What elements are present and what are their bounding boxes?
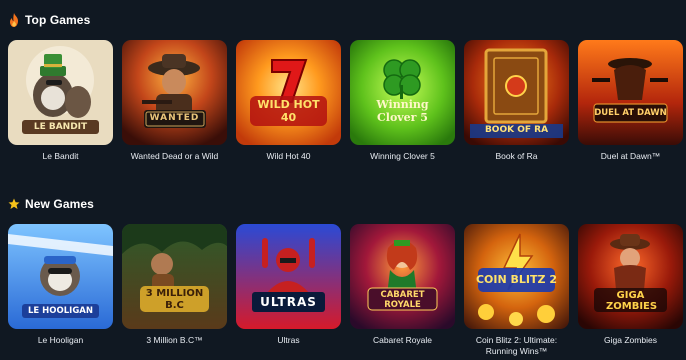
game-title[interactable]: Wanted Dead or a Wild [122, 151, 227, 162]
game-title[interactable]: Le Hooligan [8, 335, 113, 346]
game-logo: ULTRAS [260, 295, 317, 309]
game-logo: GIGA ZOMBIES [606, 290, 658, 312]
game-tile-le-hooligan[interactable]: LE HOOLIGAN Le Hooligan [8, 224, 113, 346]
top-games-header: Top Games [8, 12, 90, 28]
game-thumbnail[interactable]: WANTED [122, 40, 227, 145]
game-thumbnail[interactable]: Winning Clover 5 [350, 40, 455, 145]
game-title[interactable]: Cabaret Royale [350, 335, 455, 346]
game-tile-giga-zombies[interactable]: GIGA ZOMBIES Giga Zombies [578, 224, 683, 346]
game-thumbnail[interactable]: LE BANDIT [8, 40, 113, 145]
game-title[interactable]: Ultras [236, 335, 341, 346]
game-logo: LE BANDIT [33, 122, 88, 132]
game-title[interactable]: Book of Ra [464, 151, 569, 162]
section-title: Top Games [25, 13, 91, 27]
game-tile-coin-blitz-2[interactable]: COIN BLITZ 2 Coin Blitz 2: Ultimate: Run… [464, 224, 569, 357]
game-thumbnail[interactable]: DUEL AT DAWN [578, 40, 683, 145]
star-icon [8, 198, 20, 209]
game-thumbnail[interactable]: LE HOOLIGAN [8, 224, 113, 329]
game-thumbnail[interactable]: BOOK OF RA [464, 40, 569, 145]
game-thumbnail[interactable]: WILD HOT 40 [236, 40, 341, 145]
game-title[interactable]: 3 Million B.C™ [122, 335, 227, 346]
game-thumbnail[interactable]: GIGA ZOMBIES [578, 224, 683, 329]
game-tile-3-million-bc[interactable]: 3 MILLION B.C 3 Million B.C™ [122, 224, 227, 346]
game-title[interactable]: Wild Hot 40 [236, 151, 341, 162]
game-logo: LE HOOLIGAN [28, 306, 93, 316]
game-logo: Winning Clover 5 [376, 98, 429, 124]
game-logo: COIN BLITZ 2 [475, 273, 557, 286]
game-thumbnail[interactable]: 3 MILLION B.C [122, 224, 227, 329]
new-games-header: New Games [8, 196, 94, 212]
section-title: New Games [25, 197, 94, 211]
game-logo: CABARET ROYALE [380, 290, 425, 310]
game-tile-winning-clover-5[interactable]: Winning Clover 5 Winning Clover 5 [350, 40, 455, 162]
game-tile-book-of-ra[interactable]: BOOK OF RA Book of Ra [464, 40, 569, 162]
game-logo: WILD HOT 40 [257, 98, 320, 124]
game-title[interactable]: Giga Zombies [578, 335, 683, 346]
game-logo: DUEL AT DAWN [594, 108, 667, 118]
game-tile-wild-hot-40[interactable]: WILD HOT 40 Wild Hot 40 [236, 40, 341, 162]
game-tile-ultras[interactable]: ULTRAS Ultras [236, 224, 341, 346]
game-title[interactable]: Coin Blitz 2: Ultimate: Running Wins™ [464, 335, 569, 357]
game-title[interactable]: Winning Clover 5 [350, 151, 455, 162]
game-logo: 3 MILLION B.C [145, 288, 204, 311]
game-tile-le-bandit[interactable]: LE BANDIT Le Bandit [8, 40, 113, 162]
game-tile-wanted-dead-or-a-wild[interactable]: WANTED Wanted Dead or a Wild [122, 40, 227, 162]
game-tile-cabaret-royale[interactable]: CABARET ROYALE Cabaret Royale [350, 224, 455, 346]
game-thumbnail[interactable]: ULTRAS [236, 224, 341, 329]
game-thumbnail[interactable]: COIN BLITZ 2 [464, 224, 569, 329]
game-logo: BOOK OF RA [484, 125, 549, 135]
game-title[interactable]: Le Bandit [8, 151, 113, 162]
fire-icon [10, 13, 18, 27]
game-title[interactable]: Duel at Dawn™ [578, 151, 683, 162]
game-tile-duel-at-dawn[interactable]: DUEL AT DAWN Duel at Dawn™ [578, 40, 683, 162]
game-thumbnail[interactable]: CABARET ROYALE [350, 224, 455, 329]
game-logo: WANTED [149, 113, 200, 123]
